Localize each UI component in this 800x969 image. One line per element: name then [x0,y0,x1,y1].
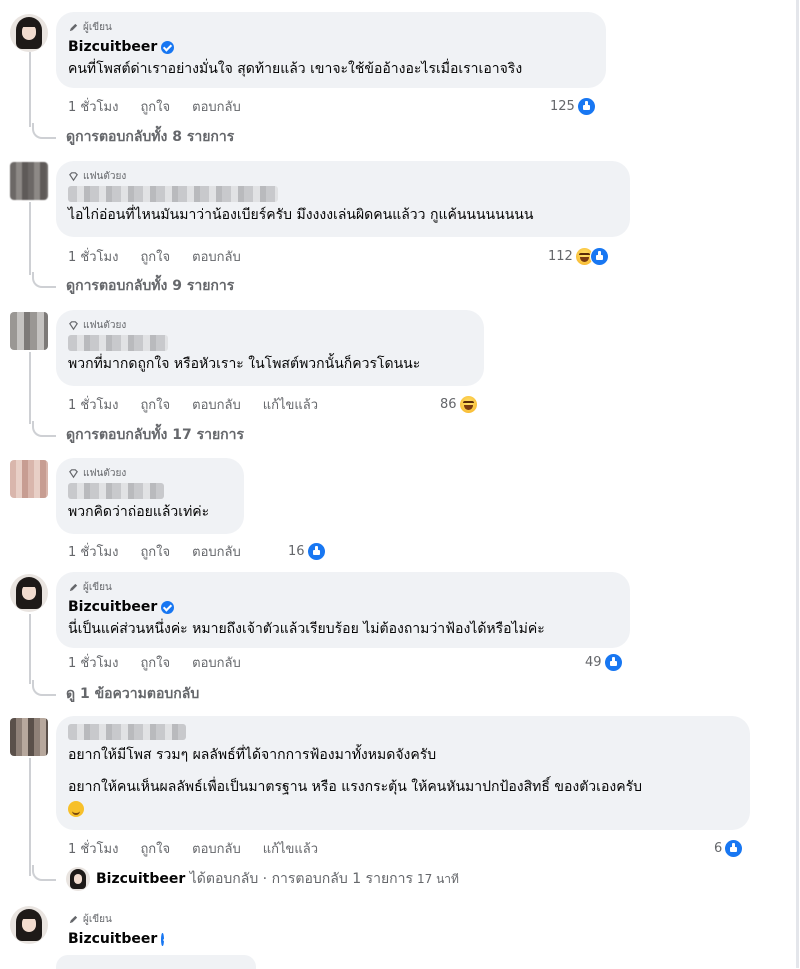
comment-bubble: แฟนตัวยง ไอไก่อ่อนที่ไหนมันมาว่าน้องเบีย… [56,161,630,237]
comment-bubble [56,955,256,969]
haha-reaction-icon [458,394,478,414]
author-badge: ผู้เขียน [68,912,164,926]
fan-badge: แฟนตัวยง [68,466,232,480]
avatar[interactable] [10,906,48,944]
view-replies-link[interactable]: ดูการตอบกลับทั้ง 8 รายการ [32,123,234,148]
reaction-count[interactable]: 16 [288,541,326,561]
author-badge: ผู้เขียน [68,20,594,34]
avatar[interactable] [10,574,48,612]
comment-text: อยากให้คนเห็นผลลัพธ์เพื่อเป็นมาตรฐาน หรื… [68,779,642,795]
verified-icon [161,600,175,614]
comment-actions: 1 ชั่วโมง ถูกใจ ตอบกลับ [68,246,241,266]
edited-label: แก้ไขแล้ว [262,841,319,857]
timestamp[interactable]: 1 ชั่วโมง [68,652,118,673]
comment-bubble: ผู้เขียน Bizcuitbeer คนที่โพสต์ด่าเราอย่… [56,12,606,88]
comment-text: คนที่โพสต์ด่าเราอย่างมั่นใจ สุดท้ายแล้ว … [68,61,523,77]
blurred-name[interactable] [68,335,168,351]
commenter-name[interactable]: Bizcuitbeer [68,598,618,616]
scroll-edge [796,0,799,968]
comment-text: พวกที่มากดถูกใจ หรือหัวเราะ ในโพสต์พวกนั… [68,356,421,372]
reaction-count[interactable]: 112 [548,246,609,266]
reply-button[interactable]: ตอบกลับ [192,541,241,562]
thread-line [29,202,31,275]
diamond-icon [69,171,78,181]
timestamp[interactable]: 1 ชั่วโมง [68,541,118,562]
like-button[interactable]: ถูกใจ [140,541,170,562]
avatar [66,867,90,891]
like-button[interactable]: ถูกใจ [140,96,170,117]
blurred-name[interactable] [68,483,164,499]
like-button[interactable]: ถูกใจ [140,838,170,859]
reply-button[interactable]: ตอบกลับ [192,394,241,415]
comment-actions: 1 ชั่วโมง ถูกใจ ตอบกลับ [68,652,241,672]
comment-text: พวกคิดว่าถ่อยแล้วเท่ค่ะ [68,504,210,520]
comment-bubble: แฟนตัวยง พวกที่มากดถูกใจ หรือหัวเราะ ในโ… [56,310,484,386]
commenter-name[interactable]: Bizcuitbeer [68,930,164,948]
reply-time: 17 นาที [417,871,459,886]
comment-actions: 1 ชั่วโมง ถูกใจ ตอบกลับ [68,96,241,116]
edited-label: แก้ไขแล้ว [262,397,319,413]
avatar[interactable] [10,162,48,200]
smile-emoji [68,799,738,819]
like-button[interactable]: ถูกใจ [140,246,170,267]
thread-line [29,614,31,684]
commenter-name[interactable]: Bizcuitbeer [68,38,594,56]
pen-icon [69,915,78,923]
reply-author: Bizcuitbeer [96,871,186,887]
reply-button[interactable]: ตอบกลับ [192,246,241,267]
reaction-count[interactable]: 6 [714,838,744,858]
blurred-name[interactable] [68,186,278,202]
verified-icon [161,40,175,54]
avatar[interactable] [10,460,48,498]
comment-text: นี่เป็นแค่ส่วนหนึ่งค่ะ หมายถึงเจ้าตัวแล้… [68,621,545,637]
reply-summary-text: ได้ตอบกลับ · การตอบกลับ 1 รายการ [189,871,413,887]
like-reaction-icon [589,246,609,266]
diamond-icon [69,320,78,330]
blurred-name[interactable] [68,724,186,740]
pen-icon [69,23,78,31]
timestamp[interactable]: 1 ชั่วโมง [68,394,118,415]
like-reaction-icon [306,541,326,561]
reply-button[interactable]: ตอบกลับ [192,96,241,117]
verified-icon [161,932,164,946]
thread-line [29,758,31,876]
like-button[interactable]: ถูกใจ [140,394,170,415]
comment-bubble: ผู้เขียน Bizcuitbeer [56,904,176,954]
like-button[interactable]: ถูกใจ [140,652,170,673]
comment-text: อยากให้มีโพส รวมๆ ผลลัพธ์ที่ได้จากการฟ้อ… [68,747,437,763]
smile-icon [68,801,84,817]
timestamp[interactable]: 1 ชั่วโมง [68,96,118,117]
comment-bubble: แฟนตัวยง พวกคิดว่าถ่อยแล้วเท่ค่ะ [56,458,244,534]
comment-bubble: ผู้เขียน Bizcuitbeer นี่เป็นแค่ส่วนหนึ่ง… [56,572,630,648]
view-replies-link[interactable]: ดูการตอบกลับทั้ง 9 รายการ [32,272,234,297]
avatar[interactable] [10,718,48,756]
thread-line [29,52,31,127]
timestamp[interactable]: 1 ชั่วโมง [68,838,118,859]
like-reaction-icon [724,838,744,858]
like-reaction-icon [576,96,596,116]
diamond-icon [69,468,78,478]
reply-summary-link[interactable]: Bizcuitbeer ได้ตอบกลับ · การตอบกลับ 1 รา… [32,865,459,891]
reply-button[interactable]: ตอบกลับ [192,652,241,673]
reaction-count[interactable]: 86 [440,394,478,414]
fan-badge: แฟนตัวยง [68,318,472,332]
view-replies-link[interactable]: ดูการตอบกลับทั้ง 17 รายการ [32,421,244,446]
comment-text: ไอไก่อ่อนที่ไหนมันมาว่าน้องเบียร์ครับ มึ… [68,207,534,223]
author-badge: ผู้เขียน [68,580,618,594]
avatar[interactable] [10,312,48,350]
thread-line [29,352,31,424]
reaction-count[interactable]: 49 [585,652,623,672]
comment-actions: 1 ชั่วโมง ถูกใจ ตอบกลับ [68,541,241,561]
comment-bubble: อยากให้มีโพส รวมๆ ผลลัพธ์ที่ได้จากการฟ้อ… [56,716,750,830]
like-reaction-icon [603,652,623,672]
reaction-count[interactable]: 125 [550,96,596,116]
fan-badge: แฟนตัวยง [68,169,618,183]
comment-actions: 1 ชั่วโมง ถูกใจ ตอบกลับ แก้ไขแล้ว [68,394,318,414]
reply-button[interactable]: ตอบกลับ [192,838,241,859]
view-replies-link[interactable]: ดู 1 ข้อความตอบกลับ [32,680,199,705]
timestamp[interactable]: 1 ชั่วโมง [68,246,118,267]
comment-actions: 1 ชั่วโมง ถูกใจ ตอบกลับ แก้ไขแล้ว [68,838,318,858]
pen-icon [69,583,78,591]
avatar[interactable] [10,14,48,52]
